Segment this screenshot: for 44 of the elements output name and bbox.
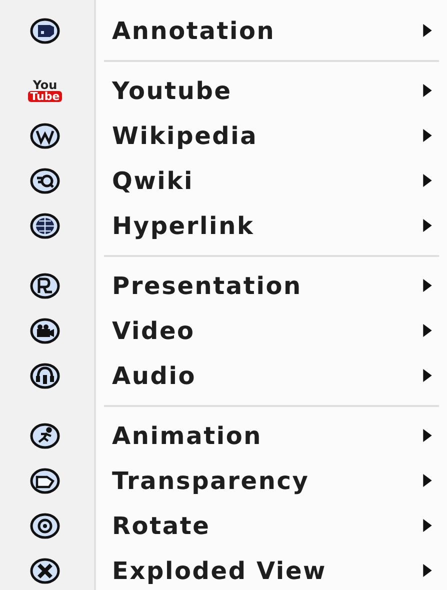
submenu-arrow-icon: [423, 129, 432, 142]
menu-item-label: Exploded View: [112, 556, 328, 584]
menu-item[interactable]: Hyperlink: [0, 203, 447, 248]
submenu-arrow-icon: [423, 279, 432, 292]
menu-item-label: Video: [112, 316, 196, 344]
menu-item[interactable]: Animation: [0, 413, 447, 458]
submenu-arrow-icon: [423, 369, 432, 382]
submenu-arrow-icon: [423, 174, 432, 187]
menu-item[interactable]: Audio: [0, 353, 447, 398]
submenu-arrow-icon: [423, 24, 432, 37]
submenu-arrow-icon: [423, 519, 432, 532]
menu-item-label: Presentation: [112, 272, 303, 300]
menu-item[interactable]: You Tube Youtube: [0, 68, 447, 113]
menu-item-label: Qwiki: [112, 166, 194, 194]
menu-item[interactable]: Annotation: [0, 8, 447, 53]
menu-item-label: Annotation: [112, 16, 276, 44]
menu-item[interactable]: Presentation: [0, 263, 447, 308]
menu-item-label: Audio: [112, 362, 198, 390]
submenu-arrow-icon: [423, 474, 432, 487]
wiki-icon: [30, 122, 60, 148]
headphones-icon: [30, 362, 60, 388]
menu-item-label: Wikipedia: [112, 122, 259, 150]
submenu-arrow-icon: [423, 84, 432, 97]
submenu-arrow-icon: [423, 324, 432, 337]
menu-item-label: Rotate: [112, 512, 212, 540]
cross-icon: [30, 558, 60, 584]
submenu-arrow-icon: [423, 429, 432, 442]
menu-item-label: Youtube: [112, 76, 233, 104]
menu-item[interactable]: Video: [0, 308, 447, 353]
menu-item-label: Hyperlink: [112, 212, 256, 240]
menu-item[interactable]: Rotate: [0, 503, 447, 548]
note-icon: [30, 18, 60, 44]
runner-icon: [30, 422, 60, 448]
menu-item[interactable]: Exploded View: [0, 548, 447, 590]
menu-item-label: Animation: [112, 422, 264, 450]
menu-item[interactable]: Transparency: [0, 458, 447, 503]
magnifier-icon: [30, 168, 60, 194]
submenu-arrow-icon: [423, 219, 432, 232]
submenu-arrow-icon: [423, 564, 432, 577]
globe-icon: [30, 212, 60, 238]
menu-item[interactable]: Wikipedia: [0, 113, 447, 158]
menu-item-label: Transparency: [112, 466, 310, 494]
menu-item[interactable]: Qwiki: [0, 158, 447, 203]
camera-icon: [30, 318, 60, 344]
